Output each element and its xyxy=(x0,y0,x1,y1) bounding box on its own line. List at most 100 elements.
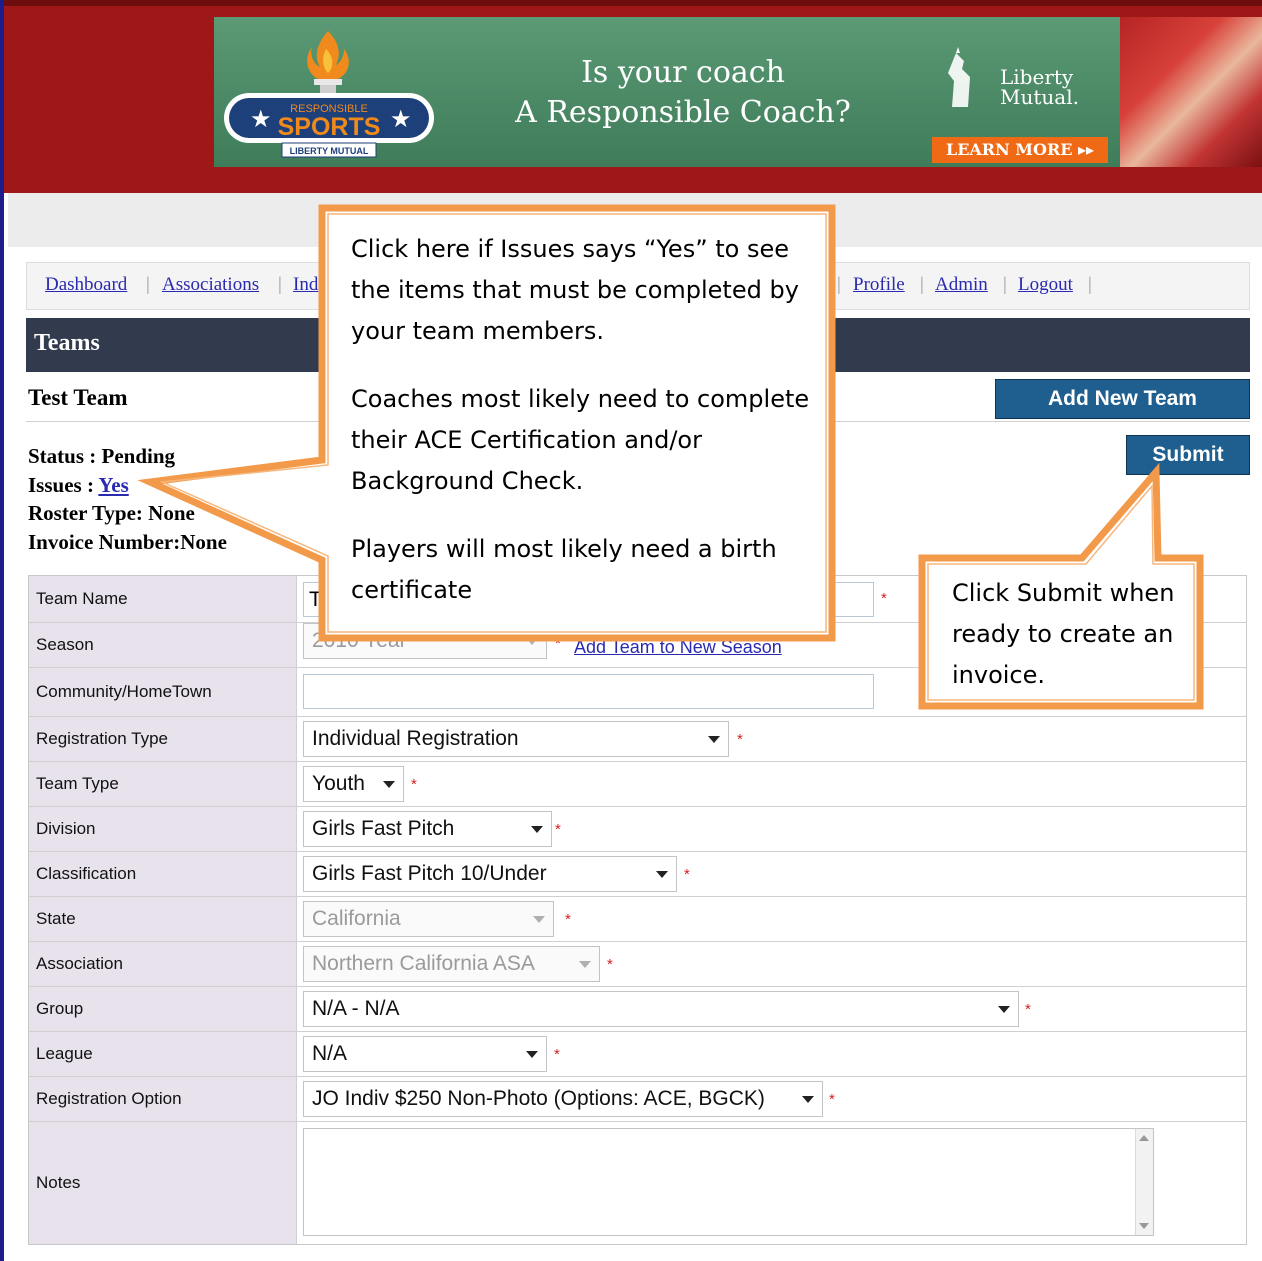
nav-separator: | xyxy=(837,274,841,295)
nav-profile[interactable]: Profile xyxy=(853,274,905,296)
ad-headline-line2: A Responsible Coach? xyxy=(515,95,851,130)
form-row-state: State California * xyxy=(29,897,1246,942)
required-mark: * xyxy=(411,776,417,793)
team-heading: Test Team xyxy=(28,385,128,410)
submit-callout-text: Click Submit when ready to create an inv… xyxy=(952,579,1175,689)
classification-cell: Girls Fast Pitch 10/Under * xyxy=(297,852,1246,896)
required-mark: * xyxy=(684,866,690,883)
required-mark: * xyxy=(1025,1001,1031,1018)
form-row-classification: Classification Girls Fast Pitch 10/Under… xyxy=(29,852,1246,897)
chevron-down-icon xyxy=(579,961,591,968)
association-select[interactable]: Northern California ASA xyxy=(303,946,600,982)
required-mark: * xyxy=(565,911,571,928)
notes-label: Notes xyxy=(29,1122,297,1244)
learn-more-button[interactable]: LEARN MORE ▸▸ xyxy=(932,137,1108,163)
group-select[interactable]: N/A - N/A xyxy=(303,991,1019,1027)
sponsor-line1: Liberty xyxy=(1000,65,1074,89)
issues-callout-text-2: Coaches most likely need to complete the… xyxy=(351,385,810,495)
logo-main-text: SPORTS xyxy=(278,113,381,141)
invoice-value: None xyxy=(180,529,227,554)
issues-label: Issues : xyxy=(28,472,99,497)
classification-select[interactable]: Girls Fast Pitch 10/Under xyxy=(303,856,677,892)
team-type-select[interactable]: Youth xyxy=(303,766,404,802)
group-label: Group xyxy=(29,987,297,1031)
roster-line: Roster Type: None xyxy=(28,499,227,528)
page-left-border xyxy=(0,193,4,1261)
roster-label: Roster Type: xyxy=(28,501,149,525)
nav-separator: | xyxy=(1003,274,1007,295)
registration-option-select[interactable]: JO Indiv $250 Non-Photo (Options: ACE, B… xyxy=(303,1081,823,1117)
issues-callout-text-1: Click here if Issues says “Yes” to see t… xyxy=(351,235,799,345)
responsible-sports-logo: ★ ★ RESPONSIBLE SPORTS LIBERTY MUTUAL xyxy=(224,31,434,158)
group-value: N/A - N/A xyxy=(312,997,400,1020)
issues-callout: Click here if Issues says “Yes” to see t… xyxy=(351,229,811,611)
issues-link[interactable]: Yes xyxy=(98,473,128,497)
association-cell: Northern California ASA * xyxy=(297,942,1246,986)
group-cell: N/A - N/A * xyxy=(297,987,1246,1031)
registration-option-label: Registration Option xyxy=(29,1077,297,1121)
nav-separator: | xyxy=(146,274,150,295)
state-value: California xyxy=(312,907,401,930)
nav-admin[interactable]: Admin xyxy=(935,274,988,296)
required-mark: * xyxy=(829,1091,835,1108)
invoice-label: Invoice Number: xyxy=(28,529,181,554)
classification-value: Girls Fast Pitch 10/Under xyxy=(312,862,547,885)
notes-cell xyxy=(297,1122,1246,1244)
form-row-association: Association Northern California ASA * xyxy=(29,942,1246,987)
registration-type-select[interactable]: Individual Registration xyxy=(303,721,729,757)
banner-top-stripe xyxy=(4,0,1262,6)
team-type-value: Youth xyxy=(312,772,365,795)
state-select[interactable]: California xyxy=(303,901,554,937)
chevron-down-icon xyxy=(526,638,538,645)
season-select[interactable]: 2010 Year xyxy=(303,623,547,659)
invoice-line: Invoice Number:None xyxy=(28,528,227,557)
form-row-notes: Notes xyxy=(29,1122,1246,1244)
form-row-registration-type: Registration Type Individual Registratio… xyxy=(29,717,1246,762)
chevron-down-icon xyxy=(531,826,543,833)
state-cell: California * xyxy=(297,897,1246,941)
add-team-to-new-season-link[interactable]: Add Team to New Season xyxy=(574,637,782,658)
advertisement-banner[interactable]: ★ ★ RESPONSIBLE SPORTS LIBERTY MUTUAL Is… xyxy=(214,17,1262,167)
team-name-label: Team Name xyxy=(29,576,297,622)
required-mark: * xyxy=(737,731,743,748)
notes-scrollbar[interactable] xyxy=(1135,1129,1153,1235)
required-mark: * xyxy=(554,1046,560,1063)
league-cell: N/A * xyxy=(297,1032,1246,1076)
association-label: Association xyxy=(29,942,297,986)
state-label: State xyxy=(29,897,297,941)
svg-text:★: ★ xyxy=(250,105,272,133)
issues-line: Issues : Yes xyxy=(28,471,227,500)
nav-separator: | xyxy=(278,274,282,295)
division-select[interactable]: Girls Fast Pitch xyxy=(303,811,552,847)
form-row-division: Division Girls Fast Pitch * xyxy=(29,807,1246,852)
registration-type-value: Individual Registration xyxy=(312,727,519,750)
association-value: Northern California ASA xyxy=(312,952,535,975)
notes-textarea[interactable] xyxy=(303,1128,1154,1236)
chevron-down-icon xyxy=(656,871,668,878)
required-mark: * xyxy=(881,590,887,607)
section-title: Teams xyxy=(34,330,100,356)
team-type-label: Team Type xyxy=(29,762,297,806)
form-row-team-type: Team Type Youth * xyxy=(29,762,1246,807)
classification-label: Classification xyxy=(29,852,297,896)
submit-button[interactable]: Submit xyxy=(1126,435,1250,475)
league-select[interactable]: N/A xyxy=(303,1036,547,1072)
season-value: 2010 Year xyxy=(312,629,407,652)
form-row-group: Group N/A - N/A * xyxy=(29,987,1246,1032)
sponsor-name: Liberty Mutual. xyxy=(1000,67,1079,107)
nav-dashboard[interactable]: Dashboard xyxy=(45,274,127,296)
required-mark: * xyxy=(555,821,561,838)
chevron-down-icon xyxy=(383,781,395,788)
add-new-team-button[interactable]: Add New Team xyxy=(995,379,1250,419)
ad-photo xyxy=(1120,17,1262,167)
nav-associations[interactable]: Associations xyxy=(162,274,259,296)
required-mark: * xyxy=(555,635,561,652)
scroll-down-icon[interactable] xyxy=(1139,1223,1149,1229)
roster-value: None xyxy=(148,501,195,525)
nav-individuals[interactable]: Ind xyxy=(293,274,318,296)
community-input[interactable] xyxy=(303,674,874,709)
scroll-up-icon[interactable] xyxy=(1139,1135,1149,1141)
nav-logout[interactable]: Logout xyxy=(1018,274,1073,296)
registration-option-cell: JO Indiv $250 Non-Photo (Options: ACE, B… xyxy=(297,1077,1246,1121)
community-label: Community/HomeTown xyxy=(29,668,297,716)
